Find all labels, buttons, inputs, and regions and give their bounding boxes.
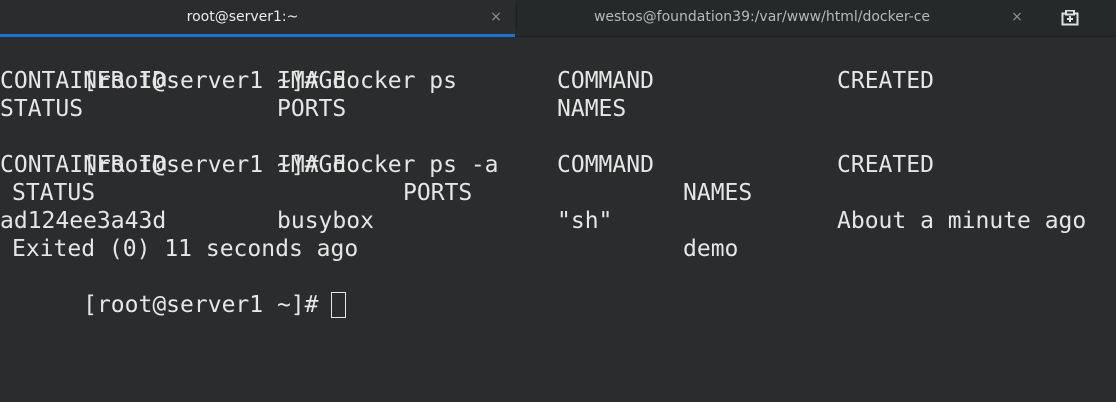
new-tab-button[interactable]: [1048, 4, 1092, 32]
tab-bar: root@server1:~ × westos@foundation39:/va…: [0, 0, 1116, 37]
new-tab-icon: [1061, 10, 1079, 26]
terminal-output[interactable]: [root@server1 ~]# docker ps CONTAINER ID…: [0, 38, 1116, 402]
tab-title: westos@foundation39:/var/www/html/docker…: [593, 9, 931, 25]
shell-prompt: [root@server1 ~]#: [83, 292, 319, 318]
tab-title: root@server1:~: [186, 9, 299, 25]
command-line: [root@server1 ~]#: [0, 263, 346, 318]
tab-divider: [516, 6, 517, 30]
column-header: STATUS: [0, 96, 84, 122]
table-header: STATUS PORTS NAMES: [0, 95, 1116, 123]
table-header: CONTAINER ID IMAGE COMMAND CREATED: [0, 67, 1116, 95]
column-header: COMMAND: [557, 152, 654, 178]
container-status: Exited (0) 11 seconds ago: [12, 236, 359, 262]
container-name: demo: [683, 236, 739, 262]
close-icon[interactable]: ×: [1010, 0, 1024, 34]
text-cursor: [330, 292, 346, 318]
tab-westos-foundation39[interactable]: westos@foundation39:/var/www/html/docker…: [518, 0, 1036, 36]
column-header: NAMES: [557, 96, 627, 122]
column-header: COMMAND: [557, 68, 654, 94]
container-id: ad124ee3a43d: [0, 208, 167, 234]
table-row: ad124ee3a43d busybox "sh" About a minute…: [0, 207, 1116, 235]
column-header: CONTAINER ID: [0, 68, 167, 94]
column-header: CONTAINER ID: [0, 152, 167, 178]
column-header: IMAGE: [277, 152, 347, 178]
column-header: NAMES: [683, 180, 753, 206]
container-image: busybox: [277, 208, 374, 234]
table-header: STATUS PORTS NAMES: [0, 179, 1116, 207]
command-line: [root@server1 ~]# docker ps: [0, 39, 457, 94]
table-row: Exited (0) 11 seconds ago demo: [0, 235, 1116, 263]
column-header: STATUS: [12, 180, 96, 206]
container-command: "sh": [557, 208, 613, 234]
terminal-window: root@server1:~ × westos@foundation39:/va…: [0, 0, 1116, 402]
tab-root-server1[interactable]: root@server1:~ ×: [0, 0, 515, 37]
column-header: PORTS: [403, 180, 473, 206]
table-header: CONTAINER ID IMAGE COMMAND CREATED: [0, 151, 1116, 179]
column-header: IMAGE: [277, 68, 347, 94]
column-header: PORTS: [277, 96, 347, 122]
command-line: [root@server1 ~]# docker ps -a: [0, 123, 498, 178]
close-icon[interactable]: ×: [489, 0, 503, 34]
container-created: About a minute ago: [837, 208, 1087, 234]
column-header: CREATED: [837, 152, 934, 178]
active-tab-indicator: [0, 34, 515, 37]
column-header: CREATED: [837, 68, 934, 94]
